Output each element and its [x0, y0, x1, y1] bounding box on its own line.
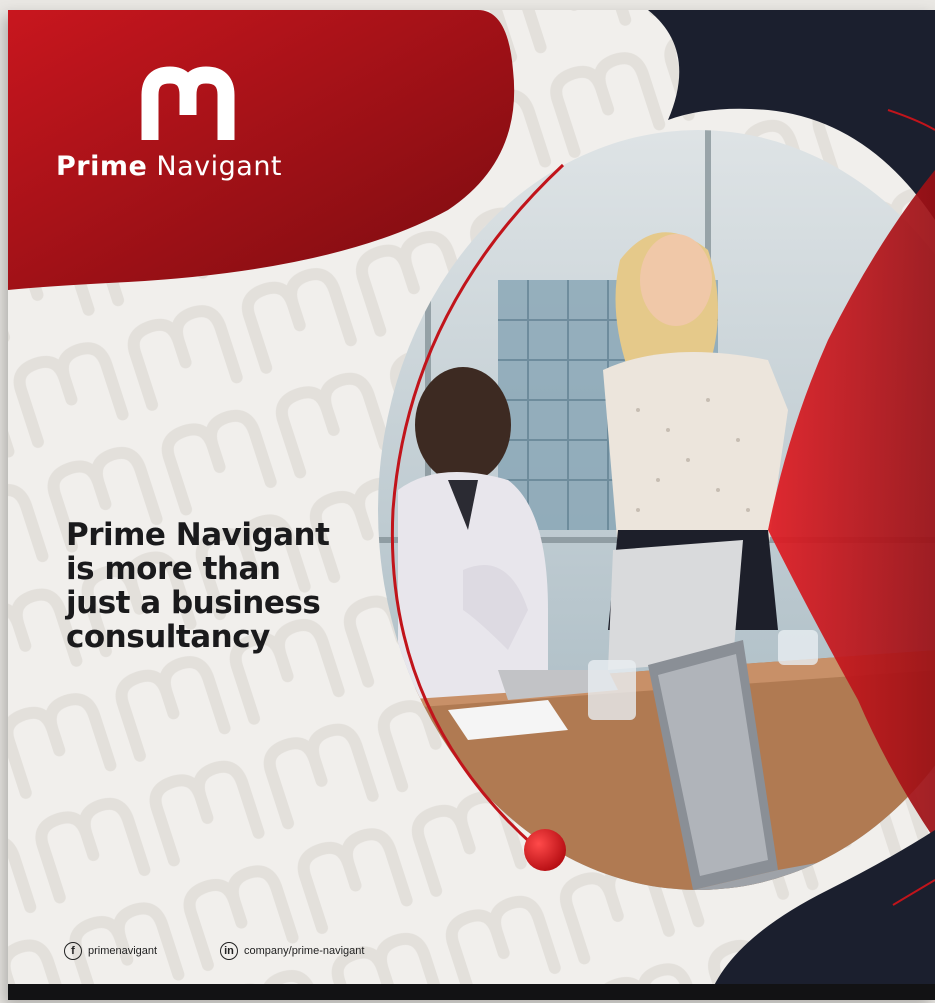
- cover-headline: Prime Navigant is more than just a busin…: [66, 518, 396, 654]
- brand-name-light: Navigant: [156, 151, 283, 182]
- linkedin-icon: in: [220, 942, 238, 960]
- red-dot: [524, 829, 566, 871]
- headline-line-1: Prime Navigant: [66, 517, 330, 553]
- bottom-bar: [8, 984, 935, 1000]
- facebook-link[interactable]: f primenavigant: [64, 942, 157, 960]
- brand-name: Prime Navigant: [56, 151, 326, 182]
- headline-line-4: consultancy: [66, 619, 270, 655]
- facebook-icon: f: [64, 942, 82, 960]
- facebook-handle: primenavigant: [88, 945, 158, 957]
- linkedin-link[interactable]: in company/prime-navigant: [220, 942, 364, 960]
- brochure-cover: Prime Navigant Prime Navigant is more th…: [8, 10, 935, 1000]
- pn-logo-icon: [141, 66, 235, 140]
- brand-logo: Prime Navigant: [56, 65, 326, 182]
- headline-line-3: just a business: [66, 585, 321, 621]
- linkedin-handle: company/prime-navigant: [244, 945, 365, 957]
- headline-line-2: is more than: [66, 551, 281, 587]
- brand-name-bold: Prime: [56, 151, 148, 182]
